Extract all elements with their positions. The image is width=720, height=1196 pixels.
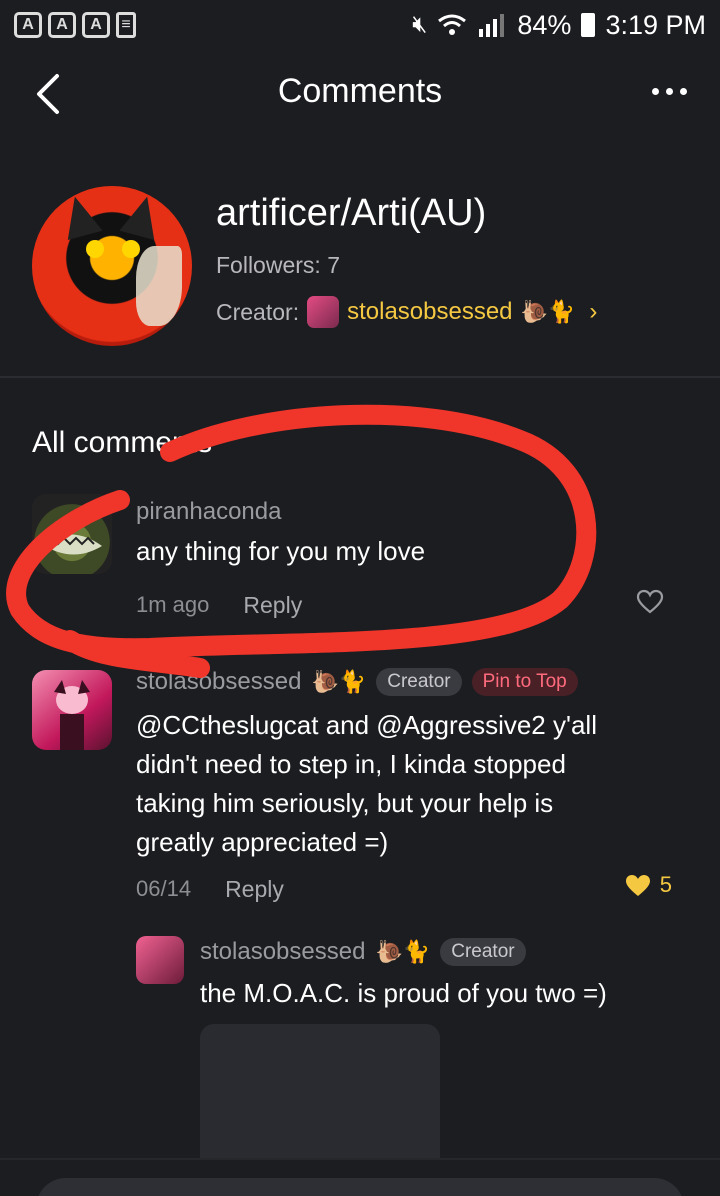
creator-name[interactable]: stolasobsessed: [347, 298, 512, 326]
like-count: 5: [659, 872, 672, 897]
wifi-icon: [438, 14, 467, 35]
comment-text: any thing for you my love: [136, 536, 426, 566]
battery-percent: 84%: [517, 9, 572, 40]
notification-icons: A A A ≡: [14, 12, 136, 38]
reply-button[interactable]: Reply: [225, 876, 284, 903]
app-notification-icon: A: [82, 12, 110, 38]
comment-input[interactable]: [36, 1178, 684, 1196]
system-indicators: 🔇︎ 84% 3:19 PM: [412, 10, 706, 41]
creator-badge: Creator: [440, 938, 526, 966]
reply-button[interactable]: Reply: [243, 592, 302, 619]
divider: [0, 376, 720, 378]
creator-avatar: [307, 296, 340, 328]
comment-time: 06/14: [136, 876, 192, 901]
followers-count: Followers: 7: [216, 252, 340, 278]
comment-text: @CCtheslugcat and @Aggressive2 y'all did…: [136, 710, 597, 857]
comment-meta: 1m ago Reply: [136, 592, 302, 619]
commenter-avatar[interactable]: [32, 670, 112, 750]
user-emoji: 🐌🐈: [311, 669, 367, 694]
page-title: Comments: [277, 72, 443, 110]
clock: 3:19 PM: [605, 9, 706, 40]
chevron-right-icon[interactable]: ›: [589, 298, 597, 326]
pin-to-top-button[interactable]: Pin to Top: [471, 668, 578, 696]
comment-username[interactable]: piranhaconda: [136, 498, 281, 526]
username-text: piranhaconda: [136, 498, 282, 525]
comment-username-row: stolasobsessed 🐌🐈 Creator Pin to Top: [136, 668, 578, 696]
reply-image-placeholder[interactable]: [200, 1024, 440, 1164]
username-text[interactable]: stolasobsessed: [200, 938, 365, 966]
app-notification-icon: A: [48, 12, 76, 38]
username-text[interactable]: stolasobsessed: [136, 668, 301, 696]
comment-time: 1m ago: [136, 592, 210, 617]
user-emoji: 🐌🐈: [375, 939, 431, 964]
like-button[interactable]: 5: [624, 872, 672, 898]
nested-reply: stolasobsessed 🐌🐈 Creator the M.O.A.C. i…: [136, 934, 676, 1024]
storage-icon: ≡: [116, 12, 136, 38]
heart-outline-icon[interactable]: [636, 588, 664, 616]
creator-emoji: 🐌🐈: [520, 299, 576, 324]
reply-avatar[interactable]: [136, 936, 184, 984]
profile-header[interactable]: artificer/Arti(AU) Followers: 7 Creator:…: [0, 182, 720, 376]
app-notification-icon: A: [14, 12, 42, 38]
status-bar: A A A ≡ 🔇︎ 84% 3:19 PM: [0, 0, 720, 50]
comment-input-bar: [0, 1158, 720, 1196]
signal-icon: [479, 14, 505, 37]
profile-avatar[interactable]: [32, 186, 192, 346]
reply-username-row: stolasobsessed 🐌🐈 Creator: [200, 938, 526, 966]
section-title: All comments: [32, 426, 213, 459]
comment-meta: 06/14 Reply: [136, 876, 284, 903]
battery-icon: [581, 13, 596, 37]
heart-filled-icon: [625, 875, 650, 896]
creator-badge: Creator: [376, 668, 462, 696]
mute-icon: 🔇︎: [412, 11, 428, 38]
top-bar: Comments: [0, 50, 720, 136]
reply-text: the M.O.A.C. is proud of you two =): [200, 978, 607, 1008]
creator-row[interactable]: Creator: stolasobsessed 🐌🐈 ›: [216, 296, 597, 328]
creator-label: Creator:: [216, 298, 300, 325]
profile-name: artificer/Arti(AU): [216, 192, 487, 234]
commenter-avatar[interactable]: [32, 494, 112, 574]
more-options-icon[interactable]: [644, 76, 694, 106]
